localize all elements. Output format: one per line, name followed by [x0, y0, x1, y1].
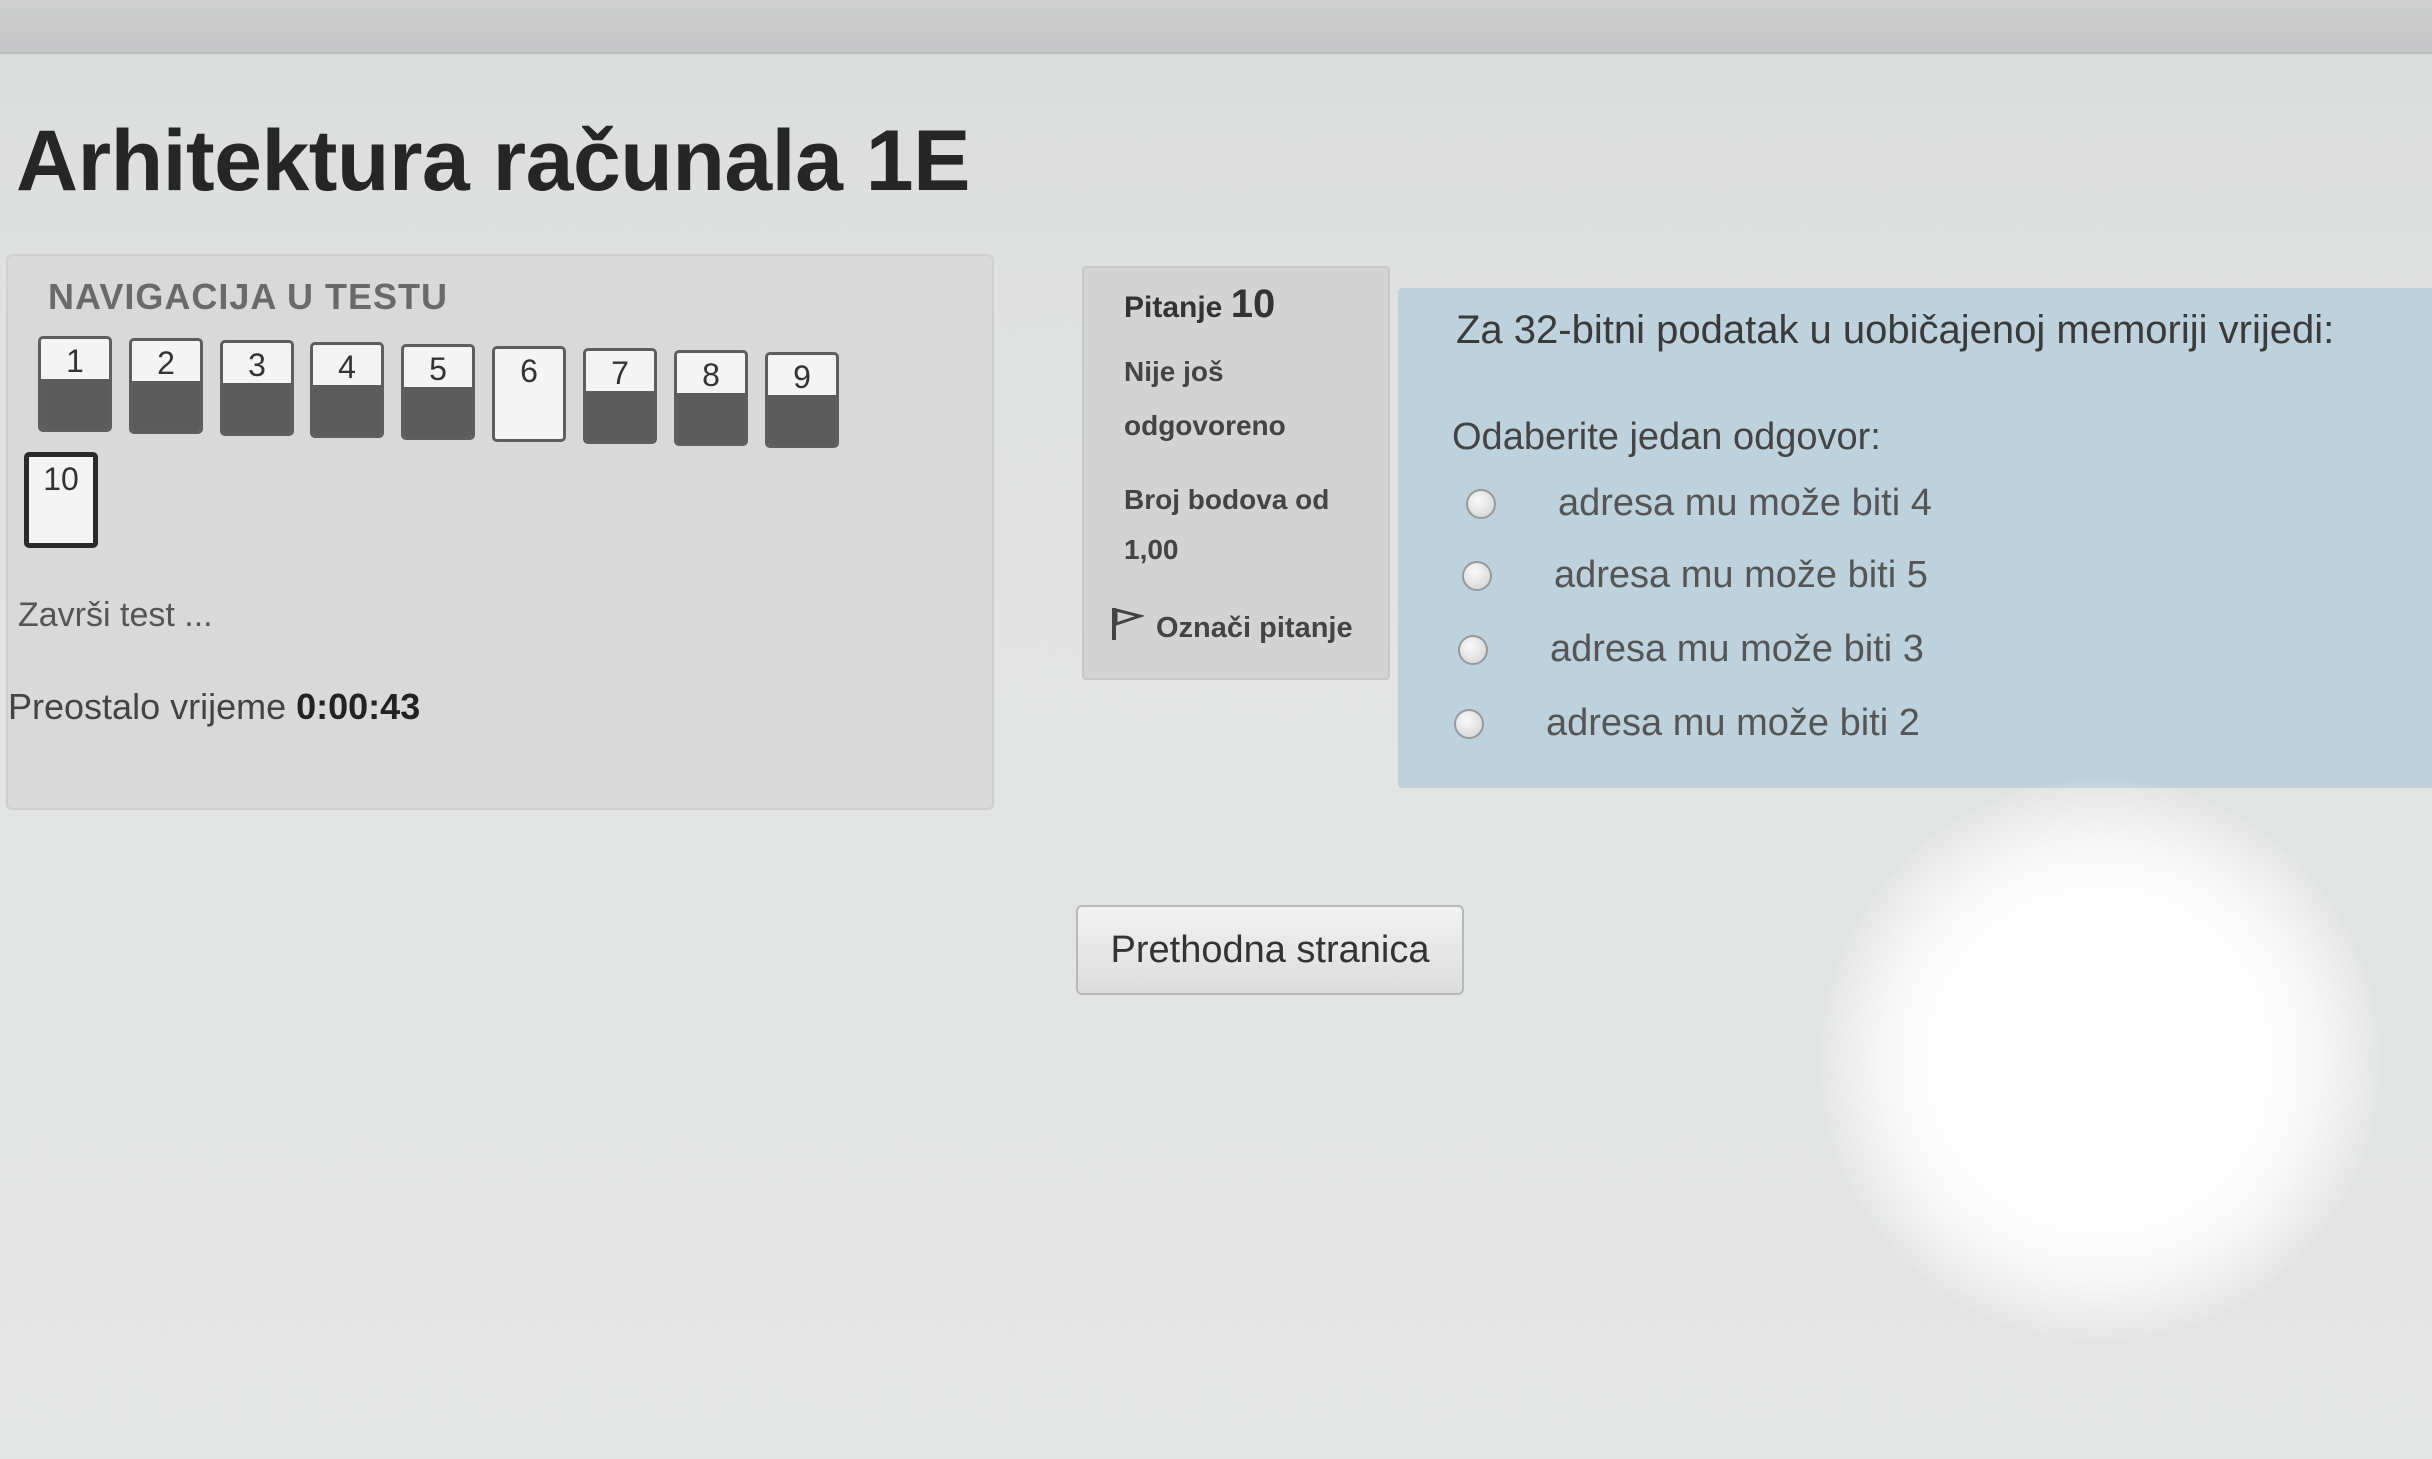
answered-indicator	[677, 393, 745, 443]
radio-button[interactable]	[1454, 708, 1484, 739]
question-text: Za 32-bitni podatak u uobičajenoj memori…	[1456, 308, 2335, 352]
answer-label: adresa mu može biti 3	[1550, 628, 1924, 670]
answered-indicator	[768, 395, 836, 445]
answered-indicator	[404, 387, 472, 437]
question-nav-number: 1	[66, 343, 84, 379]
question-number: Pitanje 10	[1124, 282, 1275, 327]
question-info-block: Pitanje 10 Nije još odgovoreno Broj bodo…	[1082, 266, 1390, 680]
question-nav-number: 5	[429, 351, 447, 387]
question-nav-number: 7	[611, 355, 629, 391]
question-nav-button-10[interactable]: 10	[24, 452, 98, 548]
flag-icon	[1110, 606, 1146, 650]
quiz-navigation-block: NAVIGACIJA U TESTU 1 2 3 4 5 6 7 8 9 10 …	[6, 254, 994, 810]
question-state-line2: odgovoreno	[1124, 410, 1286, 441]
question-nav-number: 4	[338, 349, 356, 385]
answer-option-3[interactable]: adresa mu može biti 3	[1458, 628, 1924, 671]
answer-option-2[interactable]: adresa mu može biti 5	[1462, 554, 1928, 597]
question-number-label: Pitanje	[1124, 291, 1223, 324]
previous-page-button[interactable]: Prethodna stranica	[1076, 905, 1464, 995]
question-nav-number: 9	[793, 359, 811, 395]
answer-label: adresa mu može biti 4	[1558, 482, 1932, 524]
answered-indicator	[132, 381, 200, 431]
question-nav-button-7[interactable]: 7	[583, 348, 657, 444]
screen-glare	[1820, 780, 2380, 1340]
question-nav-number: 8	[702, 357, 720, 393]
question-points-line2: 1,00	[1124, 534, 1179, 565]
question-nav-button-4[interactable]: 4	[310, 342, 384, 438]
question-nav-number: 10	[43, 461, 79, 497]
navigation-heading: NAVIGACIJA U TESTU	[48, 276, 449, 317]
radio-button[interactable]	[1462, 560, 1492, 591]
answer-label: adresa mu može biti 5	[1554, 554, 1928, 596]
question-nav-number: 2	[157, 345, 175, 381]
flag-question-label: Označi pitanje	[1156, 611, 1353, 644]
finish-attempt-link[interactable]: Završi test ...	[18, 596, 213, 635]
answer-prompt: Odaberite jedan odgovor:	[1452, 416, 1881, 458]
answer-label: adresa mu može biti 2	[1546, 702, 1920, 744]
question-number-value: 10	[1230, 282, 1276, 326]
question-nav-button-2[interactable]: 2	[129, 338, 203, 434]
browser-top-bar	[0, 0, 2432, 54]
radio-button[interactable]	[1458, 634, 1488, 665]
answered-indicator	[41, 379, 109, 429]
time-left-label: Preostalo vrijeme	[8, 686, 287, 727]
question-nav-number: 6	[520, 353, 538, 389]
question-nav-button-9[interactable]: 9	[765, 352, 839, 448]
answered-indicator	[313, 385, 381, 435]
question-nav-button-1[interactable]: 1	[38, 336, 112, 432]
answer-option-1[interactable]: adresa mu može biti 4	[1466, 482, 1932, 525]
question-content-block: Za 32-bitni podatak u uobičajenoj memori…	[1398, 288, 2432, 788]
question-nav-button-6[interactable]: 6	[492, 346, 566, 442]
page-title: Arhitektura računala 1E	[16, 113, 970, 209]
question-nav-number: 3	[248, 347, 266, 383]
answer-option-4[interactable]: adresa mu može biti 2	[1454, 702, 1920, 745]
radio-button[interactable]	[1466, 488, 1496, 519]
question-nav-button-3[interactable]: 3	[220, 340, 294, 436]
time-left: Preostalo vrijeme 0:00:43	[8, 686, 420, 728]
flag-question-toggle[interactable]: Označi pitanje	[1110, 606, 1353, 650]
answered-indicator	[223, 383, 291, 433]
question-nav-button-5[interactable]: 5	[401, 344, 475, 440]
question-points-line1: Broj bodova od	[1124, 484, 1330, 515]
time-left-value: 0:00:43	[296, 686, 421, 727]
answered-indicator	[586, 391, 654, 441]
question-nav-button-8[interactable]: 8	[674, 350, 748, 446]
question-state-line1: Nije još	[1124, 356, 1224, 387]
